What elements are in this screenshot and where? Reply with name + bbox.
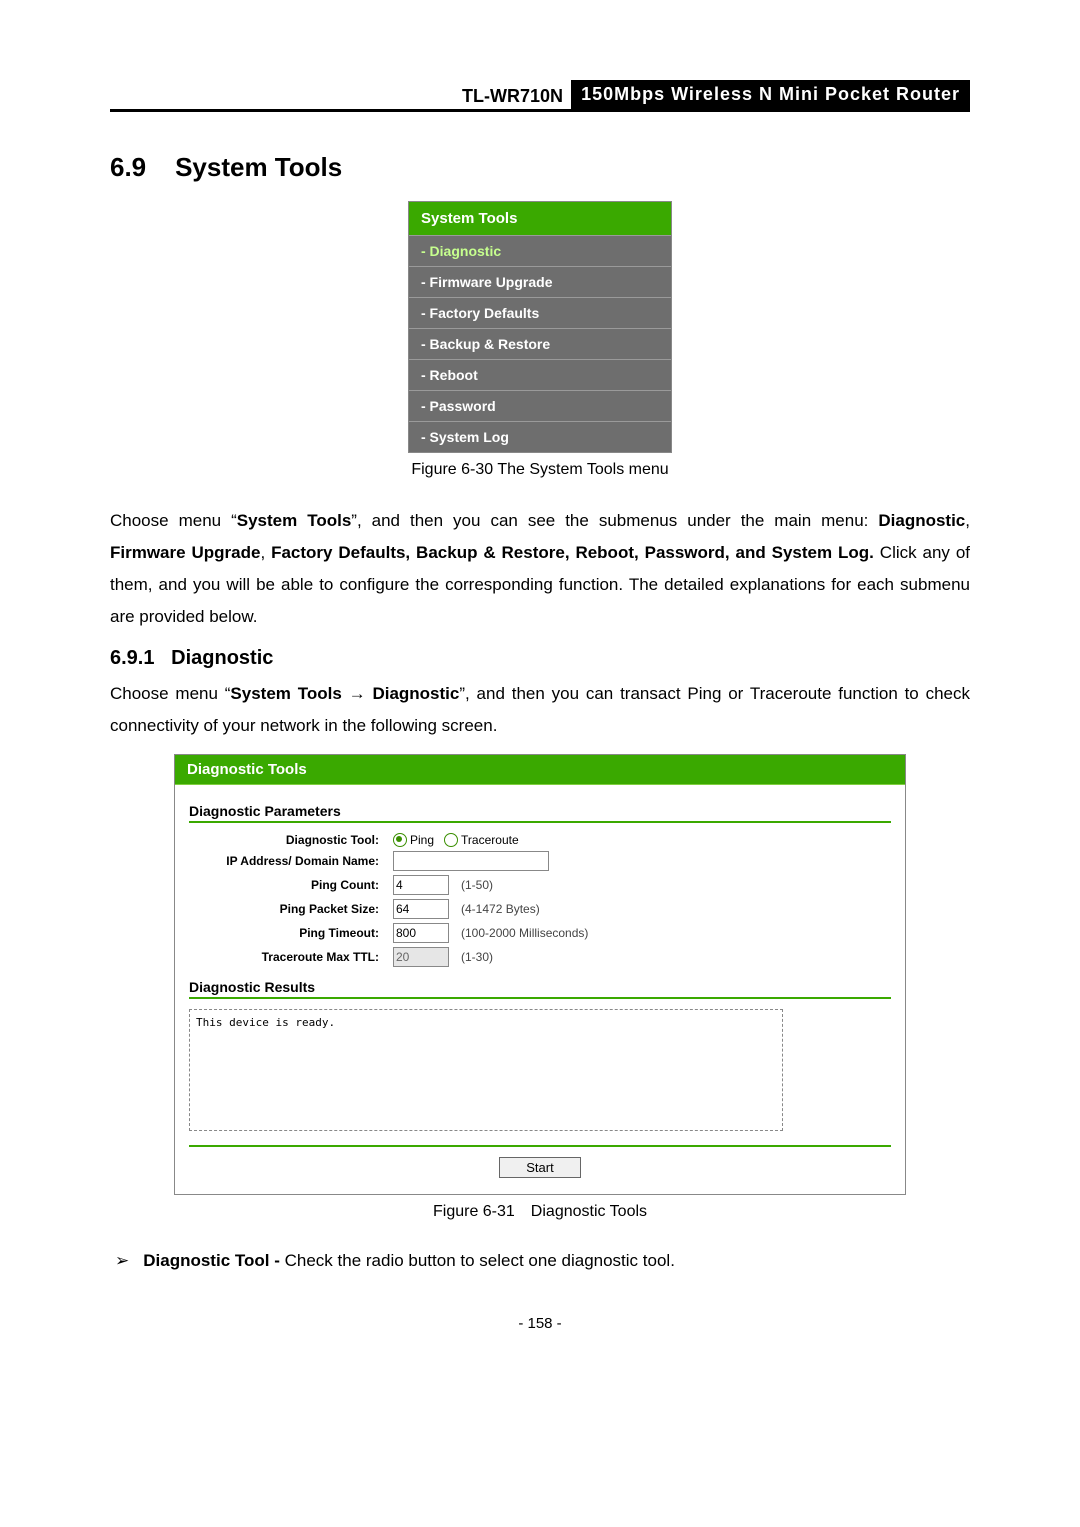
subsection-title: 6.9.1 Diagnostic (110, 647, 970, 670)
hint-ping-packet-size: (4-1472 Bytes) (461, 902, 540, 916)
row-diagnostic-tool: Diagnostic Tool: Ping Traceroute (189, 833, 891, 847)
row-ping-timeout: Ping Timeout: (100-2000 Milliseconds) (189, 923, 891, 943)
section-name: System Tools (175, 152, 342, 182)
subsection-number: 6.9.1 (110, 647, 154, 669)
row-ping-count: Ping Count: (1-50) (189, 875, 891, 895)
menu-item-system-log[interactable]: - System Log (409, 421, 671, 452)
diagnostic-parameters-heading: Diagnostic Parameters (189, 803, 891, 823)
hint-ping-count: (1-50) (461, 878, 493, 892)
diagnostic-tools-title: Diagnostic Tools (175, 755, 905, 785)
menu-item-factory-defaults[interactable]: - Factory Defaults (409, 297, 671, 328)
hint-ping-timeout: (100-2000 Milliseconds) (461, 926, 588, 940)
paragraph-system-tools-intro: Choose menu “System Tools”, and then you… (110, 505, 970, 633)
radio-ping[interactable] (393, 833, 407, 847)
menu-header: System Tools (409, 202, 671, 235)
label-diagnostic-tool: Diagnostic Tool: (189, 833, 393, 847)
bullet-bold: Diagnostic Tool - (143, 1251, 284, 1270)
hint-traceroute-ttl: (1-30) (461, 950, 493, 964)
header-model: TL-WR710N (462, 84, 571, 109)
diagnostic-results-heading: Diagnostic Results (189, 979, 891, 999)
start-row: Start (189, 1145, 891, 1178)
menu-item-firmware-upgrade[interactable]: - Firmware Upgrade (409, 266, 671, 297)
row-ping-packet-size: Ping Packet Size: (4-1472 Bytes) (189, 899, 891, 919)
label-ip-address: IP Address/ Domain Name: (189, 854, 393, 868)
paragraph-diagnostic-intro: Choose menu “System Tools → Diagnostic”,… (110, 678, 970, 742)
bullet-text: Check the radio button to select one dia… (285, 1251, 675, 1270)
system-tools-menu-figure: System Tools - Diagnostic - Firmware Upg… (408, 201, 672, 453)
input-traceroute-ttl (393, 947, 449, 967)
page-header: TL-WR710N 150Mbps Wireless N Mini Pocket… (110, 80, 970, 112)
label-traceroute-ttl: Traceroute Max TTL: (189, 950, 393, 964)
row-ip-address: IP Address/ Domain Name: (189, 851, 891, 871)
bullet-marker-icon: ➢ (115, 1247, 129, 1275)
menu-item-password[interactable]: - Password (409, 390, 671, 421)
page-number: - 158 - (110, 1315, 970, 1332)
figure-6-31-caption: Figure 6-31 Diagnostic Tools (110, 1203, 970, 1221)
label-ping-count: Ping Count: (189, 878, 393, 892)
menu-item-reboot[interactable]: - Reboot (409, 359, 671, 390)
diagnostic-tools-figure: Diagnostic Tools Diagnostic Parameters D… (174, 754, 906, 1195)
label-ping-packet-size: Ping Packet Size: (189, 902, 393, 916)
subsection-name: Diagnostic (171, 647, 273, 669)
row-traceroute-ttl: Traceroute Max TTL: (1-30) (189, 947, 891, 967)
start-button[interactable]: Start (499, 1157, 580, 1178)
input-ping-packet-size[interactable] (393, 899, 449, 919)
bullet-diagnostic-tool: ➢ Diagnostic Tool - Check the radio butt… (115, 1247, 970, 1275)
section-title: 6.9 System Tools (110, 152, 970, 183)
menu-item-diagnostic[interactable]: - Diagnostic (409, 235, 671, 266)
input-ip-address[interactable] (393, 851, 549, 871)
input-ping-timeout[interactable] (393, 923, 449, 943)
menu-item-backup-restore[interactable]: - Backup & Restore (409, 328, 671, 359)
radio-traceroute[interactable] (444, 833, 458, 847)
section-number: 6.9 (110, 152, 146, 182)
radio-traceroute-label: Traceroute (461, 833, 519, 847)
header-product: 150Mbps Wireless N Mini Pocket Router (571, 80, 970, 109)
diagnostic-results-box: This device is ready. (189, 1009, 783, 1131)
radio-ping-label: Ping (410, 833, 434, 847)
input-ping-count[interactable] (393, 875, 449, 895)
figure-6-30-caption: Figure 6-30 The System Tools menu (110, 461, 970, 479)
label-ping-timeout: Ping Timeout: (189, 926, 393, 940)
